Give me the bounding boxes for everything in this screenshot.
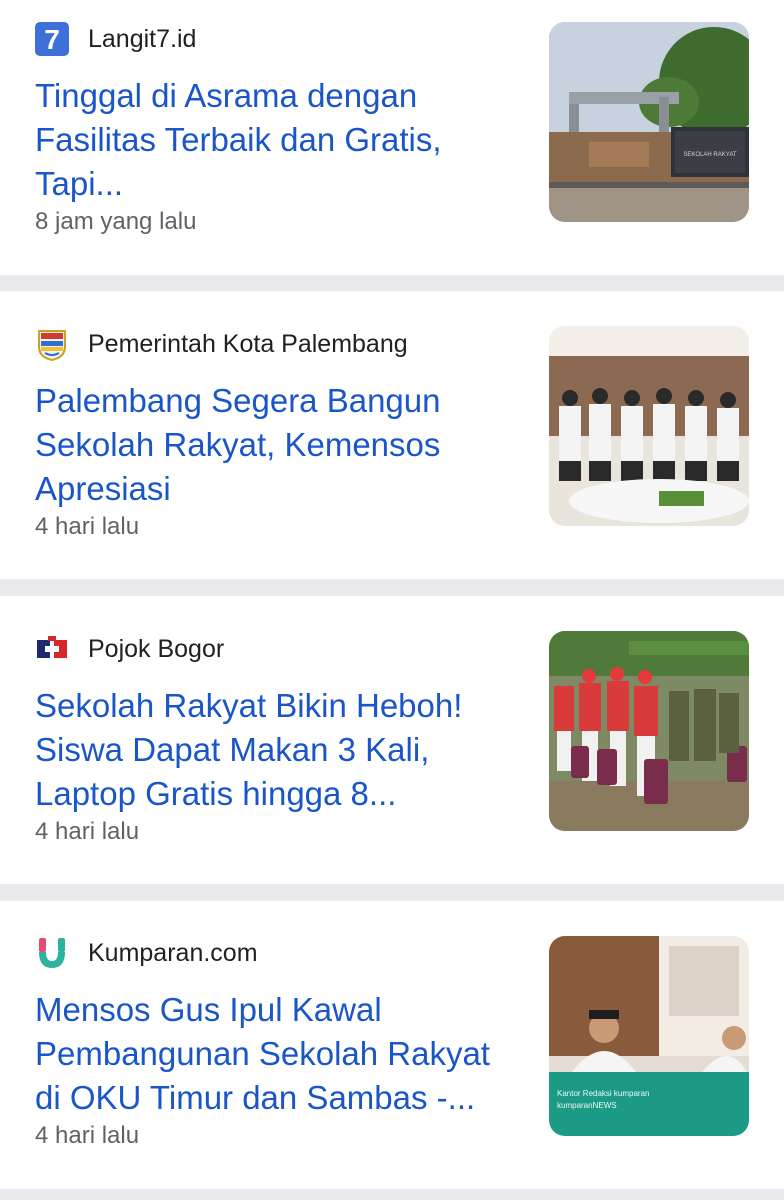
news-card[interactable]: 7 Langit7.id Tinggal di Asrama dengan Fa…	[0, 0, 784, 275]
source-row: Pemerintah Kota Palembang	[35, 326, 408, 362]
pojok-bogor-logo-icon	[35, 632, 69, 666]
source-row: Pojok Bogor	[35, 631, 224, 667]
news-card[interactable]: Kumparan.com Mensos Gus Ipul Kawal Pemba…	[0, 901, 784, 1189]
source-name: Langit7.id	[88, 24, 197, 53]
article-headline[interactable]: Palembang Segera Bangun Sekolah Rakyat, …	[35, 379, 525, 511]
source-name: Pojok Bogor	[88, 634, 225, 663]
kumparan-logo-icon	[35, 936, 69, 970]
article-headline[interactable]: Tinggal di Asrama dengan Fasilitas Terba…	[35, 74, 525, 206]
article-headline[interactable]: Sekolah Rakyat Bikin Heboh! Siswa Dapat …	[35, 684, 525, 816]
news-feed: 7 Langit7.id Tinggal di Asrama dengan Fa…	[0, 0, 784, 1200]
svg-text:SEKOLAH RAKYAT: SEKOLAH RAKYAT	[683, 152, 736, 158]
article-thumbnail[interactable]	[549, 326, 749, 526]
news-card[interactable]: Pojok Bogor Sekolah Rakyat Bikin Heboh! …	[0, 596, 784, 884]
palembang-emblem-icon	[35, 327, 69, 361]
article-thumbnail[interactable]	[549, 631, 749, 831]
svg-text:kumparanNEWS: kumparanNEWS	[557, 1101, 617, 1110]
article-time: 4 hari lalu	[35, 818, 140, 845]
source-row: Kumparan.com	[35, 935, 258, 971]
article-thumbnail[interactable]: SEKOLAH RAKYAT	[549, 22, 749, 222]
news-card[interactable]: Pemerintah Kota Palembang Palembang Sege…	[0, 291, 784, 579]
source-name: Pemerintah Kota Palembang	[88, 329, 408, 358]
article-time: 4 hari lalu	[35, 1122, 140, 1149]
source-row: 7 Langit7.id	[35, 21, 196, 57]
langit7-logo-icon: 7	[35, 22, 69, 56]
source-name: Kumparan.com	[88, 938, 258, 967]
article-headline[interactable]: Mensos Gus Ipul Kawal Pembangunan Sekola…	[35, 988, 525, 1120]
article-time: 8 jam yang lalu	[35, 208, 197, 235]
svg-text:Kantor Redaksi kumparan: Kantor Redaksi kumparan	[557, 1089, 650, 1098]
article-time: 4 hari lalu	[35, 513, 140, 540]
article-thumbnail[interactable]: Kantor Redaksi kumparan kumparanNEWS	[549, 936, 749, 1136]
svg-text:7: 7	[44, 24, 60, 55]
